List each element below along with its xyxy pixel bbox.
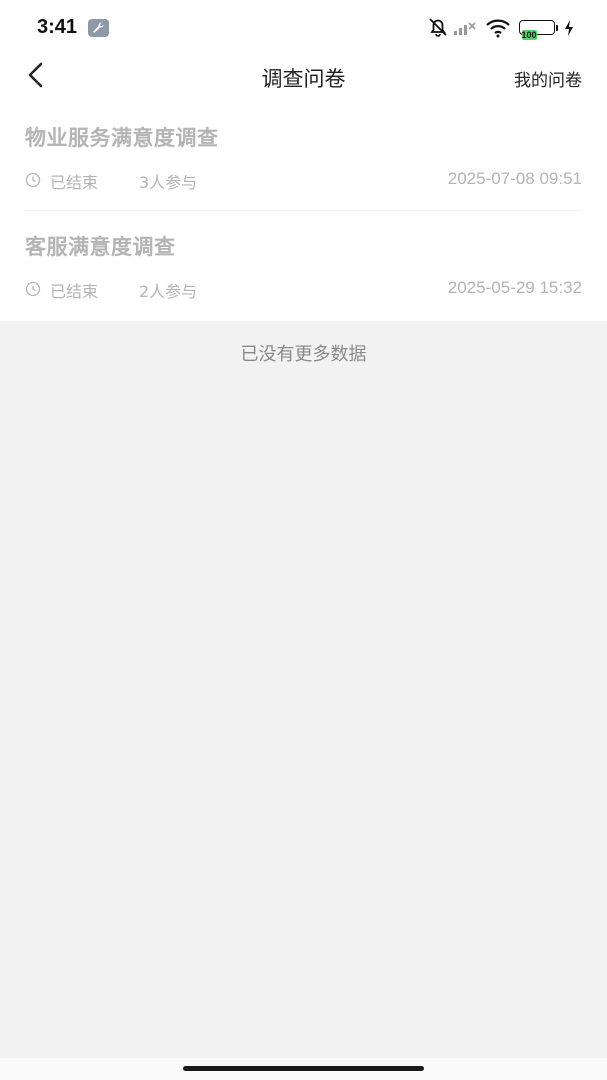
survey-status: 已结束 (50, 173, 99, 192)
survey-item[interactable]: 物业服务满意度调查 已结束 3人参与 2025-07-08 09:51 (25, 102, 582, 211)
survey-title: 客服满意度调查 (25, 235, 176, 259)
survey-date: 2025-07-08 09:51 (447, 169, 582, 188)
survey-participants: 2人参与 (139, 282, 198, 301)
wrench-icon (88, 19, 109, 37)
battery-icon: 100 (519, 16, 561, 40)
clock-icon (25, 172, 41, 192)
home-bar[interactable] (183, 1066, 424, 1071)
wifi-icon (485, 18, 511, 42)
survey-meta: 已结束 3人参与 2025-07-08 09:51 (25, 169, 582, 192)
nav-bar: 调查问卷 我的问卷 (0, 56, 607, 102)
survey-item[interactable]: 客服满意度调查 已结束 2人参与 2025-05-29 15:32 (25, 211, 582, 321)
charging-icon (563, 19, 575, 41)
survey-title: 物业服务满意度调查 (25, 126, 219, 150)
survey-participants: 3人参与 (139, 173, 198, 192)
no-more-data-text: 已没有更多数据 (240, 344, 367, 365)
signal-icon (453, 20, 477, 40)
survey-status: 已结束 (50, 282, 99, 301)
bell-off-icon (427, 16, 449, 42)
home-indicator (0, 1058, 607, 1080)
survey-list: 物业服务满意度调查 已结束 3人参与 2025-07-08 09:51 客服满意… (0, 102, 607, 321)
survey-meta: 已结束 2人参与 2025-05-29 15:32 (25, 278, 582, 301)
clock-icon (25, 281, 41, 301)
status-bar: 3:41 100 (0, 0, 607, 56)
survey-date: 2025-05-29 15:32 (447, 278, 582, 297)
my-surveys-link[interactable]: 我的问卷 (514, 66, 582, 91)
status-time: 3:41 (37, 16, 78, 38)
